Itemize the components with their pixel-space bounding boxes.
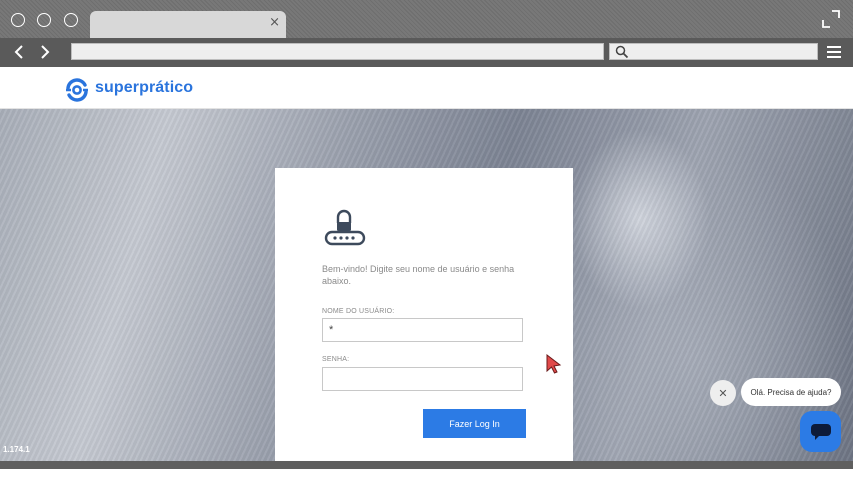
version-label: 1.174.1 [3, 445, 30, 454]
address-bar[interactable] [71, 43, 604, 60]
username-label: NOME DO USUÁRIO: [322, 308, 395, 315]
site-header: superprático [0, 67, 853, 109]
browser-toolbar [0, 38, 853, 67]
password-input[interactable] [322, 367, 523, 391]
cursor-icon [546, 354, 562, 374]
password-label: SENHA: [322, 356, 350, 363]
browser-tab[interactable]: × [90, 11, 286, 38]
username-input[interactable] [322, 318, 523, 342]
lock-icon [324, 209, 366, 246]
logo-text[interactable]: superprático [95, 79, 193, 97]
window-zoom-button[interactable] [64, 13, 78, 27]
chat-prompt-text: Olá. Precisa de ajuda? [750, 387, 832, 397]
tab-close-icon[interactable]: × [269, 15, 280, 30]
welcome-message: Bem-vindo! Digite seu nome de usuário e … [322, 264, 515, 286]
logo-mark-icon[interactable] [64, 77, 90, 103]
close-icon: ✕ [718, 386, 728, 400]
browser-bottom-edge [0, 461, 853, 469]
forward-arrow-icon[interactable] [38, 44, 52, 60]
chat-dismiss-button[interactable]: ✕ [710, 380, 736, 406]
chat-launcher-button[interactable] [800, 411, 841, 452]
window-minimize-button[interactable] [37, 13, 51, 27]
back-arrow-icon[interactable] [12, 44, 26, 60]
search-icon [615, 45, 629, 59]
browser-title-bar: × [0, 0, 853, 38]
window-close-button[interactable] [11, 13, 25, 27]
login-card: Bem-vindo! Digite seu nome de usuário e … [275, 168, 573, 461]
maximize-icon[interactable] [822, 10, 840, 28]
menu-icon[interactable] [826, 44, 842, 60]
login-button[interactable]: Fazer Log In [423, 409, 526, 438]
chat-prompt-bubble[interactable]: Olá. Precisa de ajuda? [741, 378, 841, 406]
chat-icon [810, 423, 831, 440]
browser-search-field[interactable] [609, 43, 818, 60]
